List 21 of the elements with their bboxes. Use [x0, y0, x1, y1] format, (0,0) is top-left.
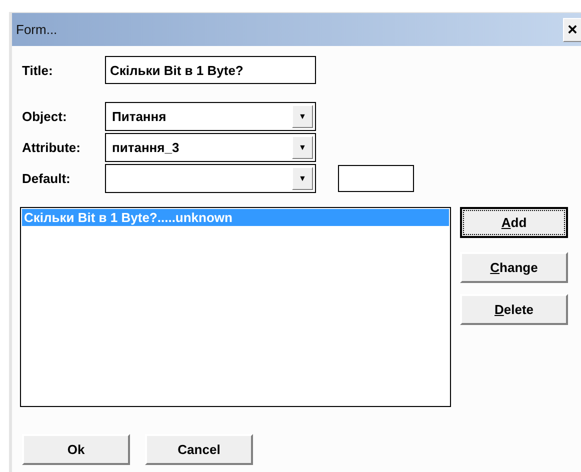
dialog-button[interactable]: Ok	[22, 434, 130, 465]
action-button[interactable]: Add	[460, 207, 568, 238]
dropdown[interactable]: Питання ▼	[105, 102, 316, 130]
field-label: Attribute:	[21, 140, 82, 154]
dropdown-arrow-button[interactable]: ▼	[292, 136, 313, 158]
dropdown-value: Питання	[112, 108, 166, 124]
dropdown-arrow-button[interactable]: ▼	[292, 166, 313, 190]
action-button[interactable]: Change	[460, 252, 568, 283]
dropdown-arrow-button[interactable]: ▼	[292, 104, 313, 128]
field-label: Title:	[21, 62, 54, 78]
action-button[interactable]: Delete	[460, 294, 568, 325]
field-label: Object:	[21, 108, 68, 124]
dialog-button[interactable]: Cancel	[145, 434, 253, 465]
text-field[interactable]: Скільки Bit в 1 Byte?	[105, 56, 316, 84]
close-button[interactable]: ×	[563, 18, 581, 42]
dropdown-value: питання_3	[112, 140, 180, 154]
field-label: Default:	[21, 170, 72, 186]
dropdown[interactable]: ▼	[105, 164, 316, 192]
dropdown[interactable]: питання_3 ▼	[105, 132, 316, 162]
text-field[interactable]	[338, 164, 414, 192]
window-title: Form...	[15, 22, 58, 37]
